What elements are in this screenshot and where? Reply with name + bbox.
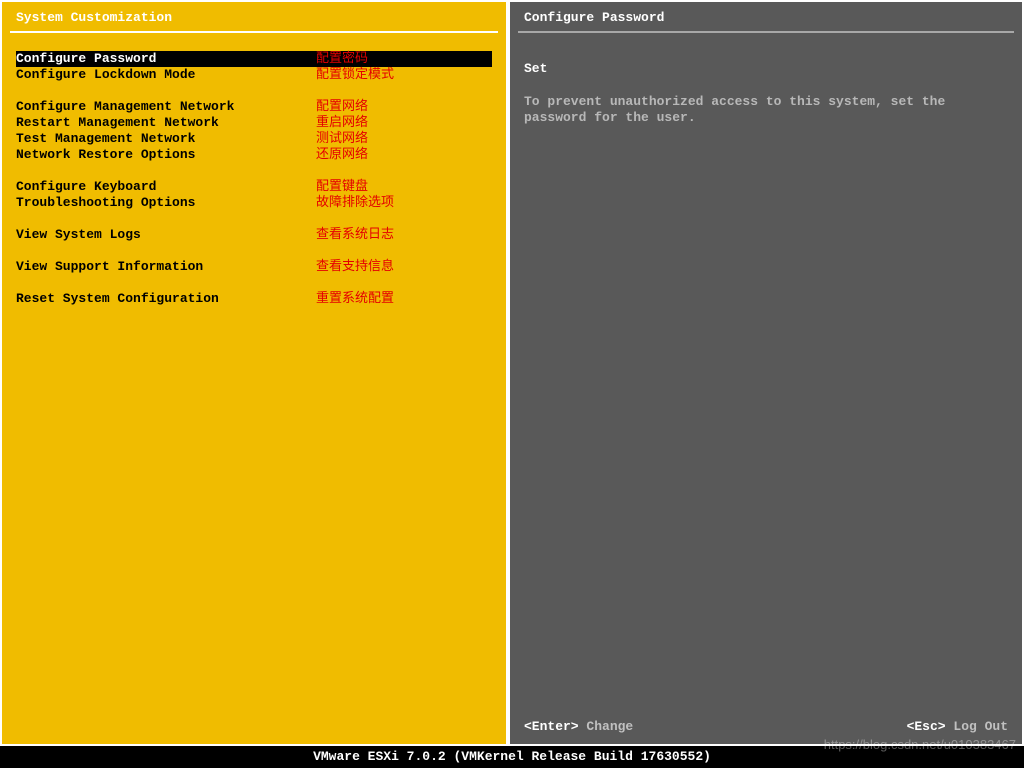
detail-heading: Set (524, 61, 1008, 76)
right-pane-title: Configure Password (510, 2, 1022, 31)
menu-item-label: Troubleshooting Options (16, 195, 316, 211)
left-pane-title: System Customization (2, 2, 506, 31)
menu-item-label: Configure Keyboard (16, 179, 316, 195)
esc-key: <Esc> (907, 719, 946, 734)
menu-item[interactable]: Configure Management Network配置网络 (16, 99, 492, 115)
menu-item-label: Test Management Network (16, 131, 316, 147)
menu-item-annotation: 查看支持信息 (316, 259, 394, 275)
menu-item[interactable]: Reset System Configuration重置系统配置 (16, 291, 492, 307)
menu-item-label: View Support Information (16, 259, 316, 275)
menu-group: View System Logs查看系统日志 (16, 227, 492, 243)
menu-item[interactable]: Restart Management Network重启网络 (16, 115, 492, 131)
menu-item[interactable]: Test Management Network测试网络 (16, 131, 492, 147)
menu-item-label: Restart Management Network (16, 115, 316, 131)
esc-key-label: Log Out (953, 719, 1008, 734)
menu-group: Configure Password配置密码Configure Lockdown… (16, 51, 492, 83)
detail-body: To prevent unauthorized access to this s… (524, 94, 1008, 126)
menu-item-annotation: 重启网络 (316, 115, 368, 131)
menu-item[interactable]: Network Restore Options还原网络 (16, 147, 492, 163)
menu-item-label: Reset System Configuration (16, 291, 316, 307)
menu-group: View Support Information查看支持信息 (16, 259, 492, 275)
menu-item[interactable]: View System Logs查看系统日志 (16, 227, 492, 243)
menu-item-label: Configure Password (16, 51, 316, 67)
right-pane: Configure Password Set To prevent unauth… (508, 0, 1024, 746)
menu-item[interactable]: Configure Lockdown Mode配置锁定模式 (16, 67, 492, 83)
menu-item-annotation: 还原网络 (316, 147, 368, 163)
right-rule (518, 31, 1014, 33)
menu-item-annotation: 查看系统日志 (316, 227, 394, 243)
menu-item-label: Configure Management Network (16, 99, 316, 115)
enter-key: <Enter> (524, 719, 579, 734)
menu-item-label: View System Logs (16, 227, 316, 243)
enter-hint[interactable]: <Enter> Change (524, 719, 633, 734)
menu-item-annotation: 测试网络 (316, 131, 368, 147)
menu-item[interactable]: Configure Password配置密码 (16, 51, 492, 67)
menu-item[interactable]: View Support Information查看支持信息 (16, 259, 492, 275)
esc-hint[interactable]: <Esc> Log Out (907, 719, 1008, 734)
menu-item-annotation: 配置锁定模式 (316, 67, 394, 83)
menu-group: Reset System Configuration重置系统配置 (16, 291, 492, 307)
left-rule (10, 31, 498, 33)
left-pane: System Customization Configure Password配… (0, 0, 508, 746)
menu-group: Configure Keyboard配置键盘Troubleshooting Op… (16, 179, 492, 211)
dcui-screen: System Customization Configure Password配… (0, 0, 1024, 768)
status-bar: VMware ESXi 7.0.2 (VMKernel Release Buil… (0, 746, 1024, 768)
panes: System Customization Configure Password配… (0, 0, 1024, 746)
menu-item-label: Configure Lockdown Mode (16, 67, 316, 83)
menu-list: Configure Password配置密码Configure Lockdown… (2, 51, 506, 323)
menu-item[interactable]: Troubleshooting Options故障排除选项 (16, 195, 492, 211)
menu-item-annotation: 故障排除选项 (316, 195, 394, 211)
menu-group: Configure Management Network配置网络Restart … (16, 99, 492, 163)
menu-item-label: Network Restore Options (16, 147, 316, 163)
keybar: <Enter> Change <Esc> Log Out (510, 719, 1022, 734)
menu-item[interactable]: Configure Keyboard配置键盘 (16, 179, 492, 195)
menu-item-annotation: 配置密码 (316, 51, 368, 67)
enter-key-label: Change (586, 719, 633, 734)
menu-item-annotation: 配置网络 (316, 99, 368, 115)
menu-item-annotation: 重置系统配置 (316, 291, 394, 307)
detail: Set To prevent unauthorized access to th… (510, 51, 1022, 126)
menu-item-annotation: 配置键盘 (316, 179, 368, 195)
